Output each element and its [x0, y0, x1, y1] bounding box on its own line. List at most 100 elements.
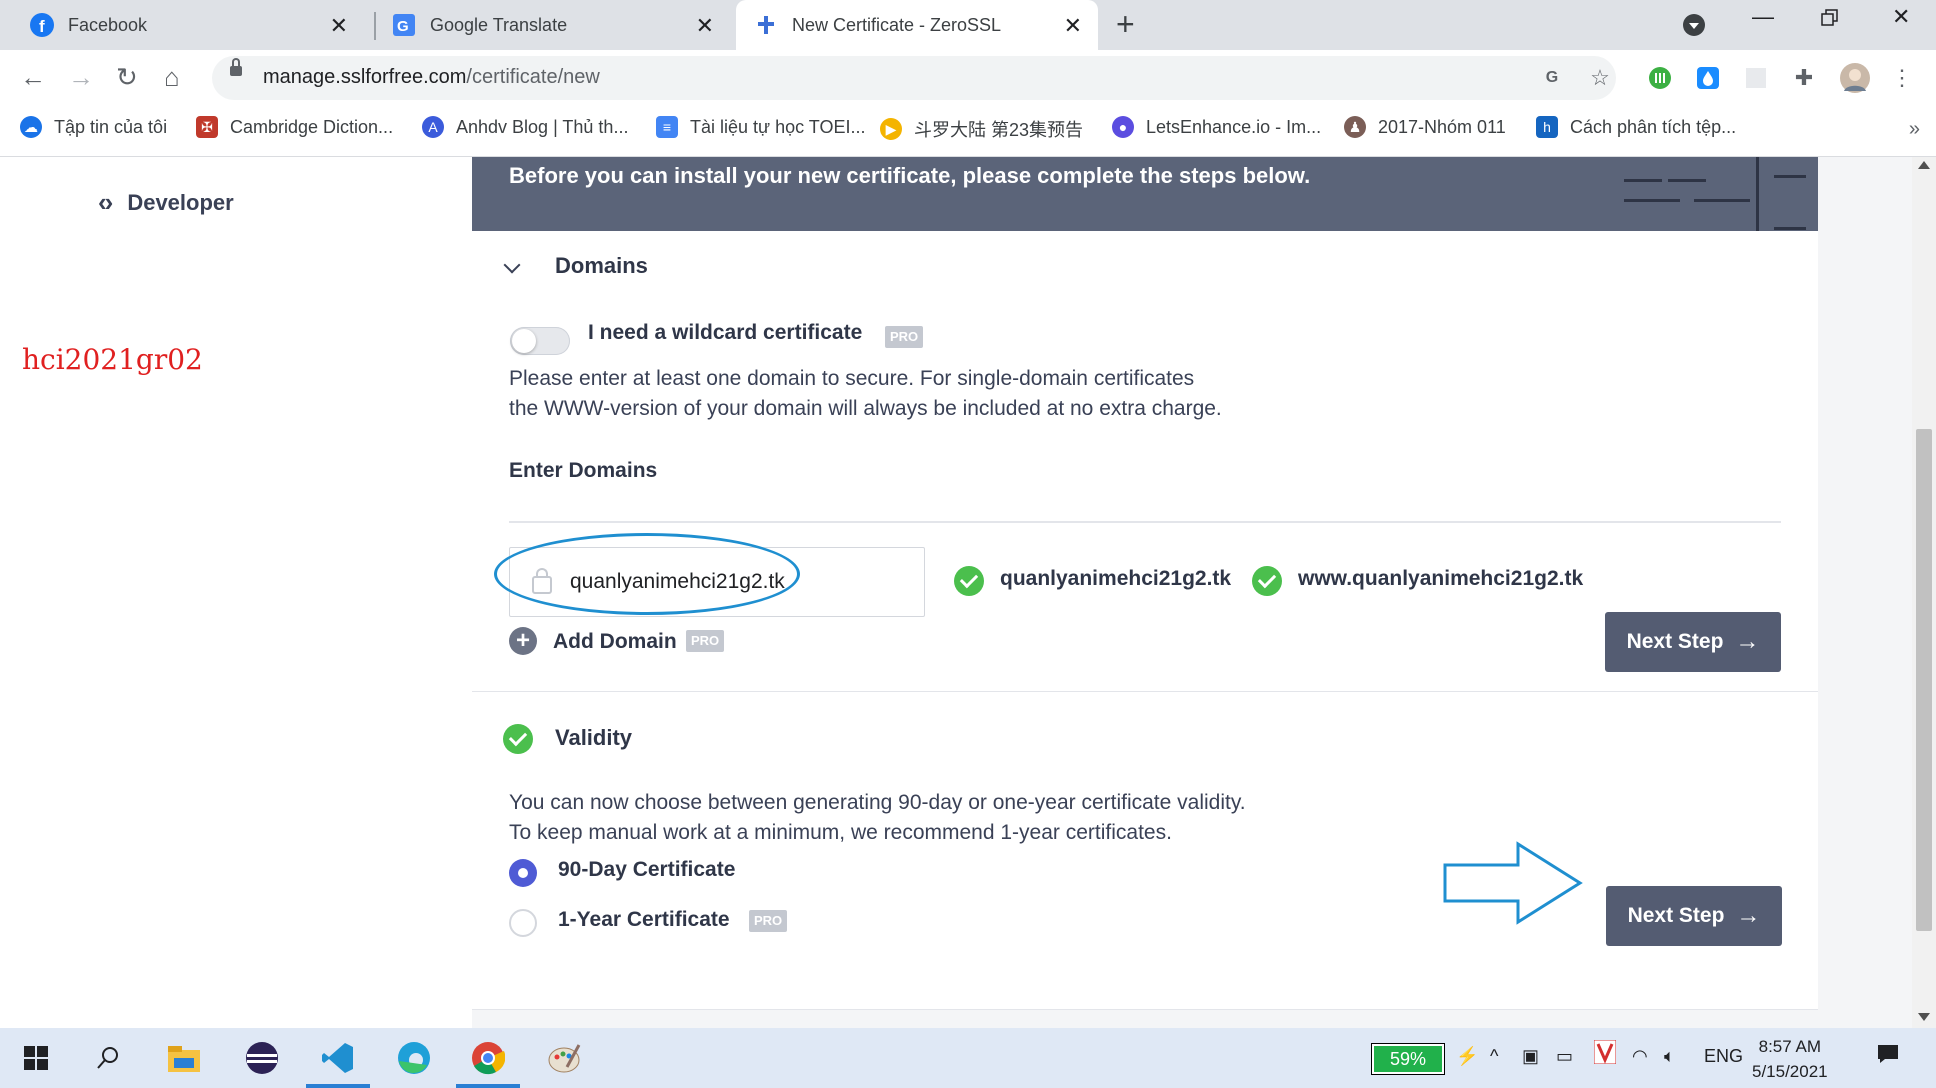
chevron-down-icon[interactable] — [503, 256, 521, 274]
bookmark-item[interactable]: ▶ 斗罗大陆 第23集预告 — [880, 116, 1083, 142]
wildcard-toggle[interactable] — [510, 327, 570, 355]
more-bookmarks-icon[interactable]: » — [1909, 118, 1920, 141]
docs-icon: ≡ — [656, 116, 678, 138]
vscode-icon[interactable] — [306, 1036, 370, 1088]
pro-badge: PRO — [885, 326, 924, 348]
notifications-icon[interactable] — [1876, 1042, 1900, 1071]
wifi-icon[interactable]: ◠ — [1632, 1046, 1648, 1067]
zerossl-icon — [754, 13, 778, 37]
annotation-ellipse — [494, 533, 800, 615]
tab-search-icon[interactable] — [1683, 14, 1705, 36]
check-icon — [1252, 566, 1282, 596]
lock-icon[interactable] — [230, 58, 242, 76]
language-indicator[interactable]: ENG — [1704, 1046, 1743, 1067]
arrow-right-icon: → — [1736, 902, 1761, 929]
radio-90-day[interactable] — [509, 859, 537, 887]
tab-zerossl[interactable]: New Certificate - ZeroSSL ✕ — [736, 0, 1098, 50]
section-title-validity: Validity — [555, 725, 633, 750]
forward-icon[interactable]: → — [68, 62, 94, 93]
svg-text:f: f — [39, 17, 45, 36]
puzzle-icon[interactable]: ✚ — [1792, 65, 1816, 90]
h-icon: h — [1536, 116, 1558, 138]
instruction-banner: Before you can install your new certific… — [472, 157, 1818, 231]
reload-icon[interactable]: ↻ — [116, 62, 138, 93]
radio-1-year[interactable] — [509, 909, 537, 937]
check-icon — [954, 566, 984, 596]
url-text[interactable]: manage.sslforfree.com/certificate/new — [263, 66, 600, 89]
close-tab-icon[interactable]: ✕ — [330, 13, 348, 39]
edge-icon[interactable] — [392, 1036, 436, 1080]
bookmark-item[interactable]: ♟ 2017-Nhóm 011 — [1344, 116, 1506, 138]
search-icon[interactable] — [86, 1036, 130, 1080]
add-domain-icon[interactable]: + — [509, 627, 537, 655]
sidebar-item-developer[interactable]: ‹› Developer — [98, 187, 234, 218]
tab-strip: f Facebook ✕ G Google Translate ✕ New Ce… — [0, 0, 1936, 50]
scroll-thumb[interactable] — [1916, 429, 1932, 931]
tab-title: Google Translate — [430, 14, 568, 35]
paint-icon[interactable] — [542, 1036, 586, 1080]
scrollbar[interactable] — [1912, 157, 1936, 1028]
scroll-down-icon[interactable] — [1918, 1013, 1930, 1021]
verified-domain: quanlyanimehci21g2.tk — [1000, 567, 1232, 590]
chrome-icon[interactable] — [456, 1036, 520, 1088]
back-icon[interactable]: ← — [20, 62, 46, 93]
meet-now-icon[interactable]: ▣ — [1522, 1046, 1539, 1067]
restore-icon[interactable] — [1820, 8, 1840, 34]
facebook-icon: f — [30, 13, 54, 37]
star-icon[interactable]: ☆ — [1588, 65, 1612, 90]
page-content: ‹› Developer hci2021gr02 Before you can … — [0, 157, 1936, 1028]
bookmark-item[interactable]: ✠ Cambridge Diction... — [196, 116, 393, 138]
translate-page-icon[interactable]: G — [1540, 66, 1564, 90]
option-90-day-label[interactable]: 90-Day Certificate — [558, 858, 735, 882]
clock[interactable]: 8:57 AM 5/15/2021 — [1752, 1034, 1828, 1084]
decoration-line — [1624, 199, 1680, 202]
section-title-domains: Domains — [555, 253, 648, 278]
extension-drop-icon[interactable] — [1696, 66, 1720, 90]
antivirus-icon[interactable] — [1593, 1039, 1617, 1069]
volume-icon[interactable]: 🔈︎ — [1664, 1046, 1675, 1067]
verified-domain: www.quanlyanimehci21g2.tk — [1298, 567, 1584, 590]
battery-icon[interactable]: ▭ — [1556, 1046, 1573, 1067]
close-window-icon[interactable]: ✕ — [1892, 4, 1910, 30]
close-tab-icon[interactable]: ✕ — [696, 13, 714, 39]
bookmark-item[interactable]: ≡ Tài liệu tự học TOEI... — [656, 116, 865, 138]
decoration-line — [1624, 179, 1662, 182]
file-explorer-icon[interactable] — [162, 1036, 206, 1080]
menu-icon[interactable]: ⋮ — [1890, 65, 1914, 90]
add-domain-button[interactable]: Add Domain — [553, 630, 677, 654]
svg-text:G: G — [397, 18, 409, 35]
pro-badge: PRO — [749, 910, 788, 932]
windows-start-icon[interactable] — [14, 1036, 58, 1080]
google-translate-icon: G — [392, 13, 416, 37]
eclipse-icon[interactable] — [240, 1036, 284, 1080]
minimize-icon[interactable]: — — [1752, 4, 1774, 30]
certificate-wizard-card: Domains I need a wildcard certificate PR… — [472, 231, 1818, 1010]
enter-domains-label: Enter Domains — [509, 459, 658, 482]
tab-facebook[interactable]: f Facebook ✕ — [0, 0, 364, 50]
battery-percentage[interactable]: 59% — [1371, 1043, 1445, 1075]
letsenhance-icon: ● — [1112, 116, 1134, 138]
group-icon: ♟ — [1344, 116, 1366, 138]
bookmark-item[interactable]: A Anhdv Blog | Thủ th... — [422, 116, 628, 138]
close-tab-icon[interactable]: ✕ — [1064, 13, 1082, 39]
chevron-up-icon[interactable]: ^ — [1490, 1046, 1498, 1067]
avatar[interactable] — [1840, 63, 1870, 93]
tab-google-translate[interactable]: G Google Translate ✕ — [364, 0, 730, 50]
bookmark-item[interactable]: ● LetsEnhance.io - Im... — [1112, 116, 1321, 138]
home-icon[interactable]: ⌂ — [164, 62, 180, 93]
scroll-up-icon[interactable] — [1918, 161, 1930, 169]
extension-green-icon[interactable] — [1648, 66, 1672, 90]
bookmark-item[interactable]: ☁ Tập tin của tôi — [20, 116, 167, 138]
domains-description: Please enter at least one domain to secu… — [509, 367, 1222, 420]
bookmark-item[interactable]: h Cách phân tích tệp... — [1536, 116, 1736, 138]
extension-grid-icon[interactable] — [1744, 66, 1768, 90]
decoration-line — [1756, 157, 1759, 231]
next-step-button[interactable]: Next Step → — [1605, 612, 1781, 672]
new-tab-icon[interactable]: + — [1116, 6, 1135, 43]
battery-plug-icon: ⚡ — [1456, 1046, 1479, 1066]
arrow-right-icon: → — [1735, 628, 1760, 655]
watermark-text: hci2021gr02 — [22, 343, 203, 376]
windows-taskbar: 59% ⚡ ^ ▣ ▭ ◠ 🔈︎ ENG 8:57 AM 5/15/2021 — [0, 1028, 1936, 1088]
validity-next-step-button[interactable]: Next Step → — [1606, 886, 1782, 946]
option-1-year-label[interactable]: 1-Year Certificate — [558, 908, 730, 932]
